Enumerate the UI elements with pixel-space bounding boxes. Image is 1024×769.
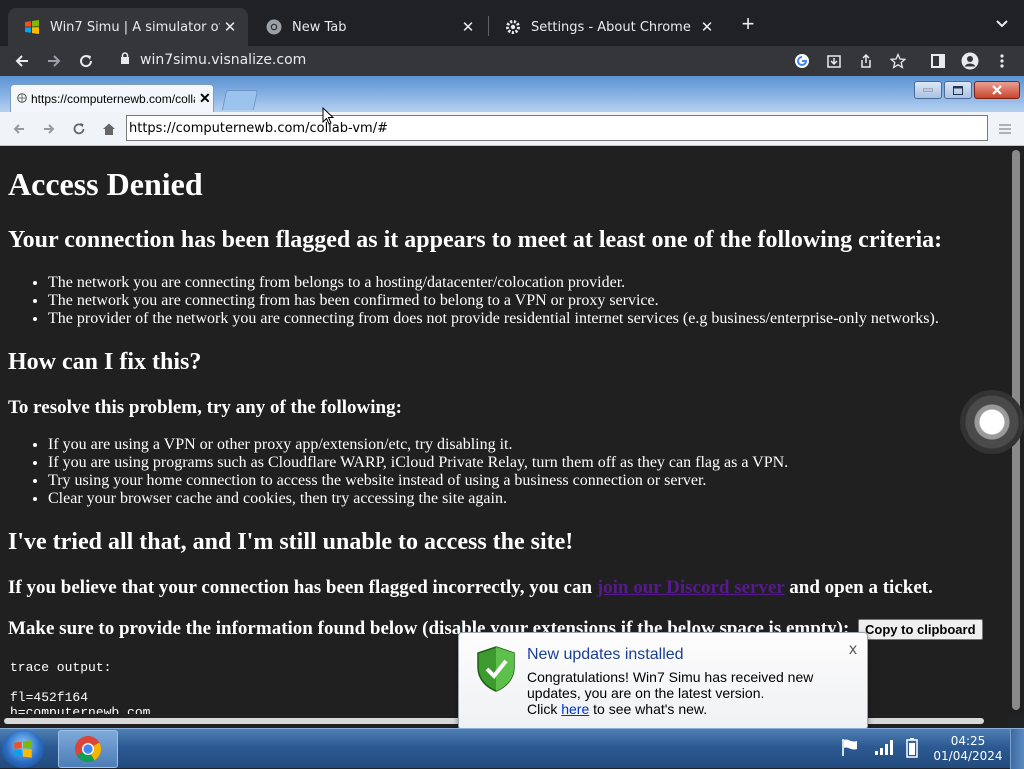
inner-tab-title: https://computernewb.com/colla	[31, 91, 195, 106]
criteria-list: The network you are connecting from belo…	[48, 274, 939, 328]
minimize-button[interactable]	[914, 81, 942, 99]
list-item: If you are using programs such as Cloudf…	[48, 454, 788, 472]
whats-new-link[interactable]: here	[561, 701, 589, 717]
page-content: Access Denied Your connection has been f…	[0, 146, 1008, 714]
battery-icon[interactable]	[906, 738, 918, 762]
list-item: The network you are connecting from has …	[48, 292, 939, 310]
security-shield-icon	[475, 645, 517, 693]
omnibox-url: win7simu.visnalize.com	[140, 52, 307, 68]
notification-click-prefix: Click	[527, 701, 562, 717]
fix-heading: How can I fix this?	[8, 349, 202, 375]
access-denied-heading: Access Denied	[8, 166, 203, 202]
inner-tab[interactable]: https://computernewb.com/colla ✕	[10, 84, 214, 112]
outer-toolbar: win7simu.visnalize.com	[0, 46, 1024, 76]
start-button[interactable]	[2, 730, 44, 768]
flagged-heading: Your connection has been flagged as it a…	[8, 227, 943, 253]
tried-heading: I've tried all that, and I'm still unabl…	[8, 529, 574, 555]
loading-spinner-icon	[960, 390, 1024, 454]
tab-search-icon[interactable]	[990, 12, 1014, 36]
trace-line: fl=452f164	[10, 690, 89, 705]
close-window-button[interactable]	[974, 81, 1020, 99]
list-item: The provider of the network you are conn…	[48, 310, 939, 328]
show-desktop-button[interactable]	[1010, 729, 1024, 769]
inner-navigation-bar: https://computernewb.com/collab-vm/#	[0, 112, 1024, 146]
profile-icon[interactable]	[958, 49, 982, 73]
outer-tab-win7simu[interactable]: Win7 Simu | A simulator of Win ✕	[8, 8, 248, 46]
believe-text: If you believe that your connection has …	[8, 577, 933, 599]
globe-icon	[17, 92, 27, 106]
omnibox[interactable]: win7simu.visnalize.com	[112, 46, 692, 74]
close-tab-icon[interactable]: ✕	[199, 90, 211, 107]
gear-icon	[505, 19, 521, 35]
new-tab-button[interactable]: +	[736, 11, 760, 36]
mouse-cursor-icon	[322, 106, 335, 130]
outer-tab-title: Win7 Simu | A simulator of Win	[50, 19, 220, 35]
inner-menu-icon[interactable]	[994, 118, 1016, 140]
outer-tab-new-tab[interactable]: New Tab ✕	[250, 8, 486, 46]
outer-tab-settings[interactable]: Settings - About Chrome ✕	[489, 8, 725, 46]
trace-output: trace output: fl=452f164 h=computernewb.co…	[10, 660, 150, 714]
google-lens-icon[interactable]	[790, 49, 814, 73]
trace-line: h=computernewb.com	[10, 705, 151, 714]
inner-forward-icon[interactable]	[38, 118, 60, 140]
clock-date: 01/04/2024	[933, 749, 1003, 763]
chrome-menu-icon[interactable]	[990, 49, 1014, 73]
notification-message: Congratulations! Win7 Simu has received …	[527, 669, 814, 701]
maximize-button[interactable]	[944, 81, 972, 99]
side-panel-icon[interactable]	[926, 49, 950, 73]
win7-favicon	[24, 19, 40, 35]
fixes-list: If you are using a VPN or other proxy ap…	[48, 436, 788, 508]
trace-label: trace output:	[10, 660, 112, 675]
taskbar-chrome-button[interactable]	[58, 730, 118, 768]
copy-to-clipboard-button[interactable]: Copy to clipboard	[858, 619, 983, 641]
list-item: If you are using a VPN or other proxy ap…	[48, 436, 788, 454]
action-center-flag-icon[interactable]	[840, 737, 860, 761]
inner-home-icon[interactable]	[98, 118, 120, 140]
discord-link[interactable]: join our Discord server	[597, 577, 785, 598]
notification-click-suffix: to see what's new.	[589, 701, 708, 717]
notification-title: New updates installed	[527, 646, 684, 663]
close-tab-icon[interactable]: ✕	[458, 18, 478, 36]
back-icon[interactable]	[10, 49, 34, 73]
list-item: The network you are connecting from belo…	[48, 274, 939, 292]
forward-icon[interactable]	[42, 49, 66, 73]
list-item: Clear your browser cache and cookies, th…	[48, 490, 788, 508]
list-item: Try using your home connection to access…	[48, 472, 788, 490]
outer-tab-title: New Tab	[292, 19, 347, 35]
network-signal-icon[interactable]	[874, 739, 894, 759]
system-clock[interactable]: 04:25 01/04/2024	[932, 734, 1004, 764]
believe-suffix: and open a ticket.	[784, 577, 933, 598]
notification-body: Congratulations! Win7 Simu has received …	[527, 669, 847, 717]
taskbar: 04:25 01/04/2024	[0, 728, 1024, 769]
share-icon[interactable]	[854, 49, 878, 73]
windows-logo-icon	[14, 740, 32, 758]
bookmark-star-icon[interactable]	[886, 49, 910, 73]
outer-tab-strip: Win7 Simu | A simulator of Win ✕ New Tab…	[0, 0, 1024, 46]
inner-address-bar[interactable]: https://computernewb.com/collab-vm/#	[126, 115, 988, 141]
inner-window-titlebar: https://computernewb.com/colla ✕	[0, 76, 1024, 112]
chrome-icon	[266, 19, 282, 35]
inner-new-tab-button[interactable]	[221, 90, 259, 110]
reload-icon[interactable]	[74, 49, 98, 73]
install-app-icon[interactable]	[822, 49, 846, 73]
close-tab-icon[interactable]: ✕	[697, 18, 717, 36]
close-notification-button[interactable]: x	[849, 641, 857, 659]
update-notification[interactable]: New updates installed Congratulations! W…	[458, 632, 868, 741]
close-tab-icon[interactable]: ✕	[220, 18, 240, 36]
chrome-icon	[75, 736, 102, 763]
believe-prefix: If you believe that your connection has …	[8, 577, 597, 598]
inner-back-icon[interactable]	[8, 118, 30, 140]
clock-time: 04:25	[950, 734, 986, 748]
outer-tab-title: Settings - About Chrome	[531, 19, 691, 35]
lock-icon	[120, 51, 130, 69]
resolve-heading: To resolve this problem, try any of the …	[8, 397, 402, 418]
inner-reload-icon[interactable]	[68, 118, 90, 140]
